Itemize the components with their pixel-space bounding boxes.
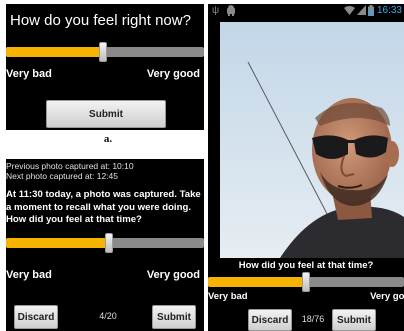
status-time: 16:33	[376, 5, 402, 16]
captured-photo	[220, 22, 404, 258]
label-very-good: Very good	[146, 269, 200, 281]
signal-icon	[357, 5, 366, 19]
usb-icon: ψ	[212, 5, 220, 16]
mood-prompt-screen-current: How do you feel right now? Very bad Very…	[6, 4, 204, 130]
submit-button[interactable]: Submit	[46, 100, 166, 128]
recall-message: At 11:30 today, a photo was captured. Ta…	[6, 189, 201, 225]
discard-button[interactable]: Discard	[14, 305, 58, 329]
mood-slider[interactable]	[6, 42, 204, 62]
slider-fill	[208, 277, 306, 287]
next-photo-time: Next photo captured at: 12:45	[6, 171, 118, 181]
label-very-bad: Very bad	[6, 269, 52, 281]
photo-counter: 18/76	[301, 314, 325, 324]
discard-button[interactable]: Discard	[248, 309, 292, 331]
mood-slider[interactable]	[6, 233, 204, 253]
slider-fill	[6, 47, 104, 57]
mood-slider[interactable]	[208, 272, 404, 292]
submit-button[interactable]: Submit	[152, 305, 196, 329]
android-icon	[226, 5, 236, 20]
slider-thumb[interactable]	[99, 42, 108, 62]
wifi-icon	[344, 5, 355, 19]
previous-photo-time: Previous photo captured at: 10:10	[6, 161, 134, 171]
figure-caption: a.	[103, 133, 113, 145]
photo-review-screen: ψ 16:33 How did you feel at that time? V…	[208, 4, 404, 331]
label-very-good: Very good	[146, 68, 200, 80]
slider-fill	[6, 238, 109, 248]
label-very-good: Very good	[370, 291, 404, 302]
question-text: How do you feel right now?	[10, 12, 191, 29]
battery-icon	[368, 5, 374, 20]
slider-thumb[interactable]	[104, 233, 113, 253]
label-very-bad: Very bad	[208, 291, 248, 302]
photo-counter: 4/20	[99, 311, 117, 321]
label-very-bad: Very bad	[6, 68, 52, 80]
slider-thumb[interactable]	[302, 272, 310, 292]
submit-button[interactable]: Submit	[332, 309, 376, 331]
question-text: How did you feel at that time?	[238, 260, 374, 271]
status-bar: ψ 16:33	[208, 4, 404, 18]
recall-prompt-screen: Previous photo captured at: 10:10 Next p…	[6, 159, 204, 331]
